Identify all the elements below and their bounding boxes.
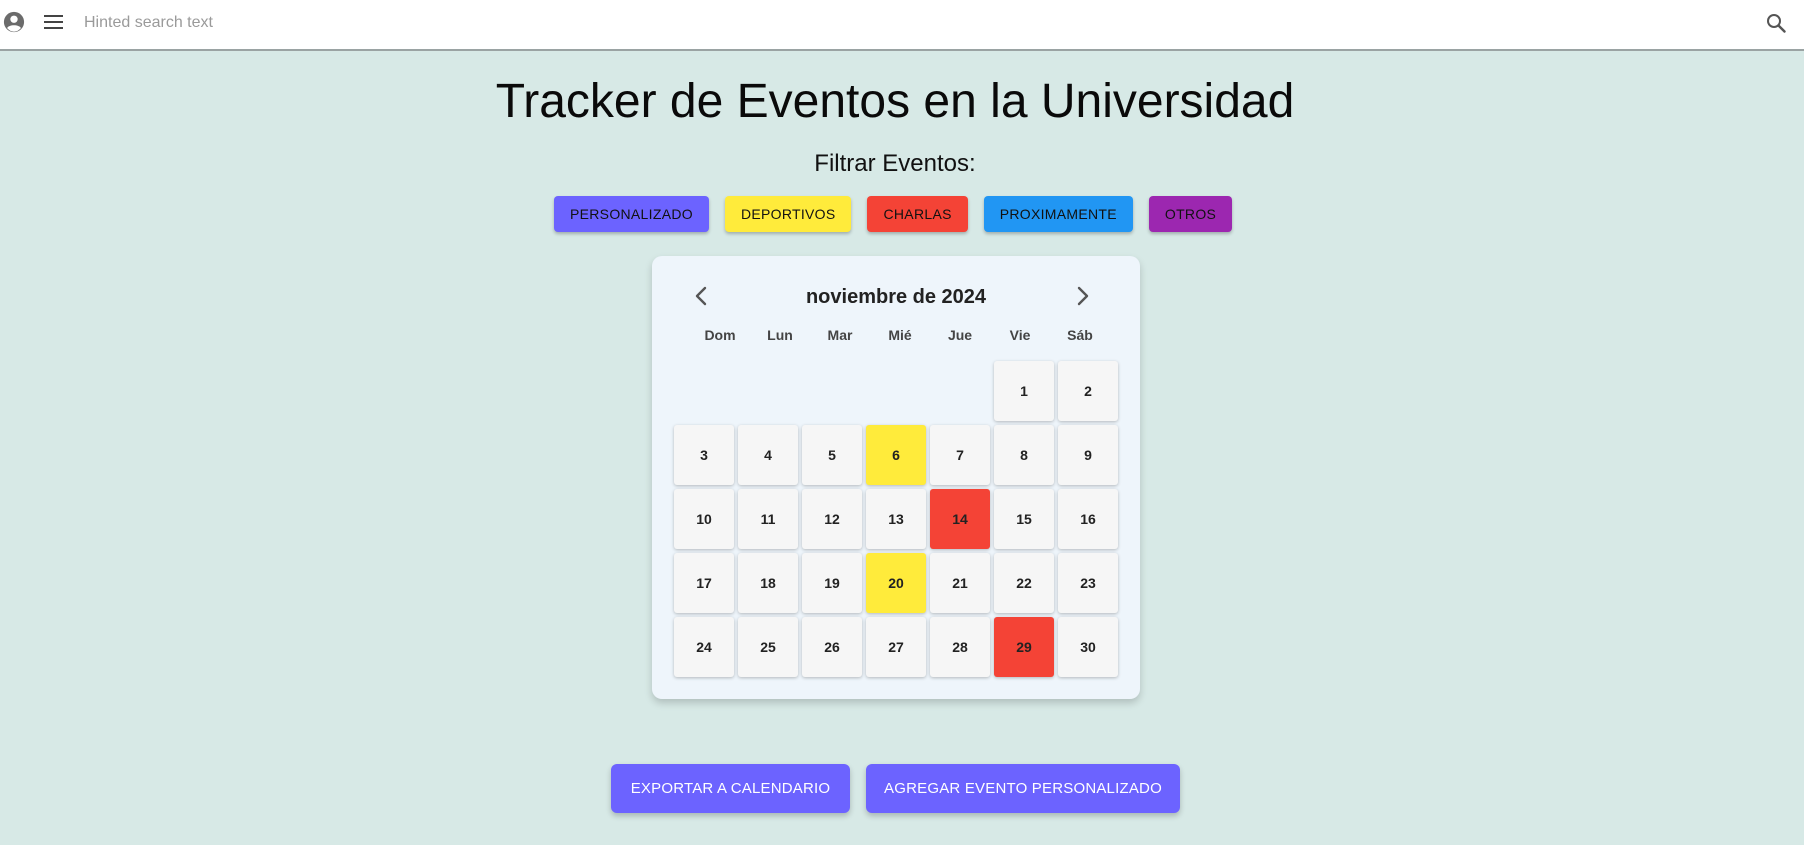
calendar-day-event[interactable]: 29 — [994, 617, 1054, 677]
calendar-day[interactable]: 24 — [674, 617, 734, 677]
filter-bar: PERSONALIZADO DEPORTIVOS CHARLAS PROXIMA… — [554, 196, 1233, 232]
app-bar — [0, 0, 1804, 51]
filter-deportivos-button[interactable]: DEPORTIVOS — [724, 196, 852, 232]
weekday-label: Mar — [827, 327, 853, 343]
page-title: Tracker de Eventos en la Universidad — [495, 75, 1295, 128]
calendar: noviembre de 2024 Dom Lun Mar Mié Jue Vie Sáb … — [652, 256, 1140, 699]
calendar-day[interactable]: 19 — [802, 553, 862, 613]
calendar-day[interactable]: 15 — [994, 489, 1054, 549]
weekday-label: Jue — [947, 327, 973, 343]
calendar-day[interactable]: 25 — [738, 617, 798, 677]
filter-otros-button[interactable]: OTROS — [1148, 196, 1233, 232]
calendar-day[interactable]: 21 — [930, 553, 990, 613]
calendar-day[interactable]: 17 — [674, 553, 734, 613]
calendar-day[interactable]: 10 — [674, 489, 734, 549]
chevron-right-icon[interactable] — [1070, 284, 1094, 308]
weekday-label: Mié — [888, 327, 912, 343]
calendar-day[interactable]: 23 — [1058, 553, 1118, 613]
search-input[interactable] — [82, 9, 1736, 37]
calendar-day[interactable]: 13 — [866, 489, 926, 549]
calendar-day[interactable]: 11 — [738, 489, 798, 549]
calendar-day[interactable]: 18 — [738, 553, 798, 613]
account-circle-icon[interactable] — [3, 11, 25, 33]
calendar-day[interactable]: 2 — [1058, 361, 1118, 421]
weekday-label: Dom — [704, 327, 736, 343]
calendar-day[interactable]: 12 — [802, 489, 862, 549]
calendar-day[interactable]: 7 — [930, 425, 990, 485]
calendar-day[interactable]: 27 — [866, 617, 926, 677]
filter-proximamente-button[interactable]: PROXIMAMENTE — [983, 196, 1133, 232]
weekday-label: Lun — [767, 327, 793, 343]
search-icon[interactable] — [1766, 13, 1786, 33]
weekday-label: Vie — [1009, 327, 1031, 343]
calendar-day[interactable]: 28 — [930, 617, 990, 677]
calendar-day[interactable]: 30 — [1058, 617, 1118, 677]
calendar-day[interactable]: 4 — [738, 425, 798, 485]
add-custom-event-button[interactable]: AGREGAR EVENTO PERSONALIZADO — [866, 764, 1180, 813]
calendar-day-event[interactable]: 14 — [930, 489, 990, 549]
menu-icon[interactable] — [44, 15, 63, 29]
calendar-day[interactable]: 8 — [994, 425, 1054, 485]
calendar-day-event[interactable]: 6 — [866, 425, 926, 485]
calendar-day[interactable]: 3 — [674, 425, 734, 485]
calendar-day[interactable]: 26 — [802, 617, 862, 677]
calendar-day[interactable]: 16 — [1058, 489, 1118, 549]
calendar-day[interactable]: 9 — [1058, 425, 1118, 485]
calendar-day-event[interactable]: 20 — [866, 553, 926, 613]
filter-label: Filtrar Eventos: — [814, 150, 976, 177]
filter-charlas-button[interactable]: CHARLAS — [867, 196, 968, 232]
calendar-day[interactable]: 1 — [994, 361, 1054, 421]
calendar-month-label: noviembre de 2024 — [805, 286, 987, 308]
calendar-day[interactable]: 22 — [994, 553, 1054, 613]
export-calendar-button[interactable]: EXPORTAR A CALENDARIO — [611, 764, 850, 813]
filter-personalizado-button[interactable]: PERSONALIZADO — [554, 196, 709, 232]
calendar-day[interactable]: 5 — [802, 425, 862, 485]
weekday-label: Sáb — [1067, 327, 1093, 343]
